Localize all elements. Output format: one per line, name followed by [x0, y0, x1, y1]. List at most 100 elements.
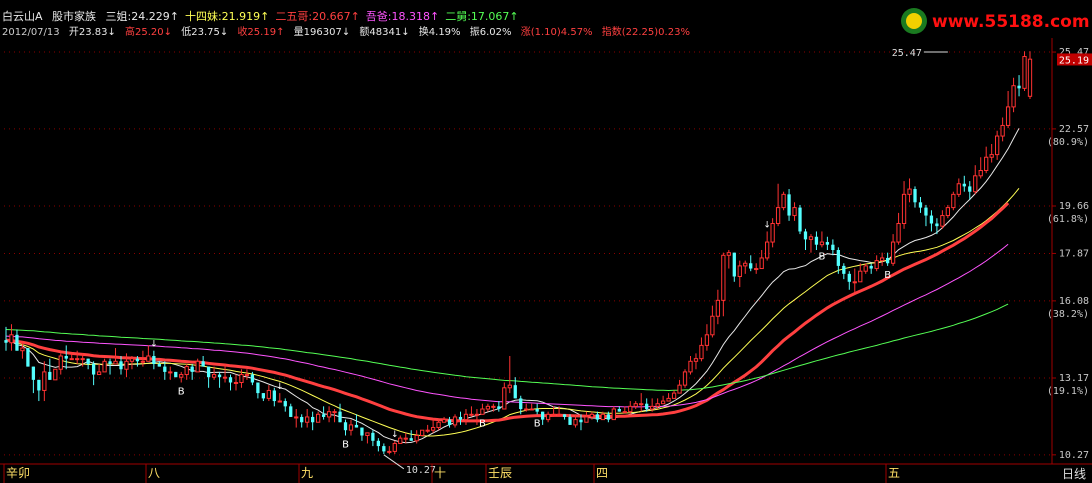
candle-body-up [1005, 106, 1011, 126]
candle-body-down [4, 340, 8, 343]
candle-body-up [633, 403, 638, 407]
candle-body-down [645, 403, 649, 409]
candle-body-up [9, 334, 14, 344]
candle-body-up [425, 429, 430, 432]
candle-body-down [562, 414, 567, 417]
candle-body-down [519, 398, 523, 409]
candle-body-up [529, 408, 534, 411]
candle-body-up [69, 358, 74, 361]
candle-body-down [261, 393, 266, 399]
candle-body-down [595, 414, 600, 420]
sell-signal: ↓ [391, 430, 399, 440]
candle-body-up [655, 403, 660, 407]
candle-body-down [825, 242, 830, 245]
signal-layer: B B B B B B ↓ ↓ ↓ ↓ 25.47 10.27 [150, 48, 948, 476]
candle-body-up [671, 392, 677, 399]
candle-body-up [721, 254, 726, 301]
candle-body-down [256, 382, 260, 394]
candle-body-up [507, 384, 512, 389]
candle-body-up [995, 135, 1000, 156]
candle-body-up [474, 413, 480, 416]
candle-body-up [184, 366, 189, 376]
candle-body-up [956, 183, 961, 195]
candle-body-up [699, 344, 704, 360]
high-marker-label: 25.47 [892, 48, 922, 59]
candle-body-down [606, 414, 610, 420]
candle-body-down [119, 361, 123, 370]
candle-body-up [58, 355, 63, 370]
candle-body-down [338, 411, 342, 423]
candles-layer [4, 51, 1033, 455]
candle-body-down [929, 215, 934, 224]
candle-body-down [26, 348, 30, 367]
candle-body-up [874, 260, 879, 270]
candle-body-up [96, 371, 102, 376]
candle-body-up [524, 408, 529, 411]
candle-body-up [907, 188, 912, 195]
candle-body-up [715, 299, 721, 317]
candle-body-down [935, 223, 939, 227]
candle-body-up [239, 374, 244, 383]
candle-body-up [770, 223, 775, 243]
candle-body-down [86, 358, 90, 364]
candle-body-up [222, 376, 228, 379]
candle-body-up [179, 374, 184, 378]
candle-body-up [951, 193, 956, 209]
candle-body-up [759, 257, 764, 270]
candle-body-up [1000, 124, 1005, 137]
candle-body-down [376, 440, 381, 447]
candle-body-up [305, 416, 310, 423]
ma-line [5, 202, 1010, 423]
candle-body-up [858, 270, 863, 283]
y-tick-fib-label: (80.9%) [1047, 137, 1089, 148]
candle-body-up [452, 416, 458, 426]
candle-body-up [233, 382, 239, 384]
candle-body-down [31, 366, 36, 380]
candle-body-up [650, 405, 655, 410]
candle-body-up [600, 413, 606, 421]
y-tick-label: 13.17 [1059, 373, 1089, 384]
candle-body-up [622, 411, 627, 414]
candle-body-up [463, 413, 469, 421]
candle-body-down [617, 409, 621, 412]
candle-body-down [962, 183, 966, 187]
candle-body-up [666, 397, 671, 402]
candle-body-down [968, 186, 972, 192]
candle-body-down [283, 401, 287, 407]
candle-body-up [480, 408, 485, 415]
candle-body-up [688, 360, 693, 373]
candle-body-up [414, 435, 419, 442]
candle-body-up [819, 241, 825, 246]
candle-body-up [589, 413, 595, 418]
x-tick-label: 九 [301, 466, 313, 480]
candle-body-down [371, 432, 375, 441]
candle-body-down [1017, 85, 1021, 89]
sell-signal: ↓ [150, 340, 158, 350]
candle-body-up [989, 154, 994, 158]
candle-body-down [64, 356, 68, 359]
y-tick-label: 19.66 [1059, 201, 1089, 212]
candle-body-up [628, 405, 633, 413]
candle-body-up [398, 437, 403, 444]
grid-layer [0, 38, 1092, 465]
ma-line [5, 243, 1009, 408]
candle-body-up [1022, 56, 1027, 89]
candle-body-up [294, 416, 299, 419]
candle-body-up [80, 358, 85, 361]
candle-body-down [831, 244, 835, 250]
candle-body-down [190, 366, 194, 372]
candle-body-up [485, 405, 491, 410]
candle-body-up [392, 442, 397, 452]
x-tick-label: 五 [888, 466, 900, 480]
candle-body-up [896, 223, 901, 243]
candle-body-down [354, 424, 359, 428]
candle-body-up [420, 429, 425, 437]
candle-body-up [469, 413, 474, 416]
current-price-label: 25.19 [1059, 55, 1089, 66]
candle-body-down [885, 257, 890, 264]
candle-body-up [430, 427, 436, 431]
candle-body-up [403, 437, 408, 440]
time-axis: 辛卯 八 九 十 壬辰 四 五 日线 [3, 464, 1086, 483]
candle-body-up [754, 268, 759, 271]
candle-body-down [201, 361, 205, 367]
